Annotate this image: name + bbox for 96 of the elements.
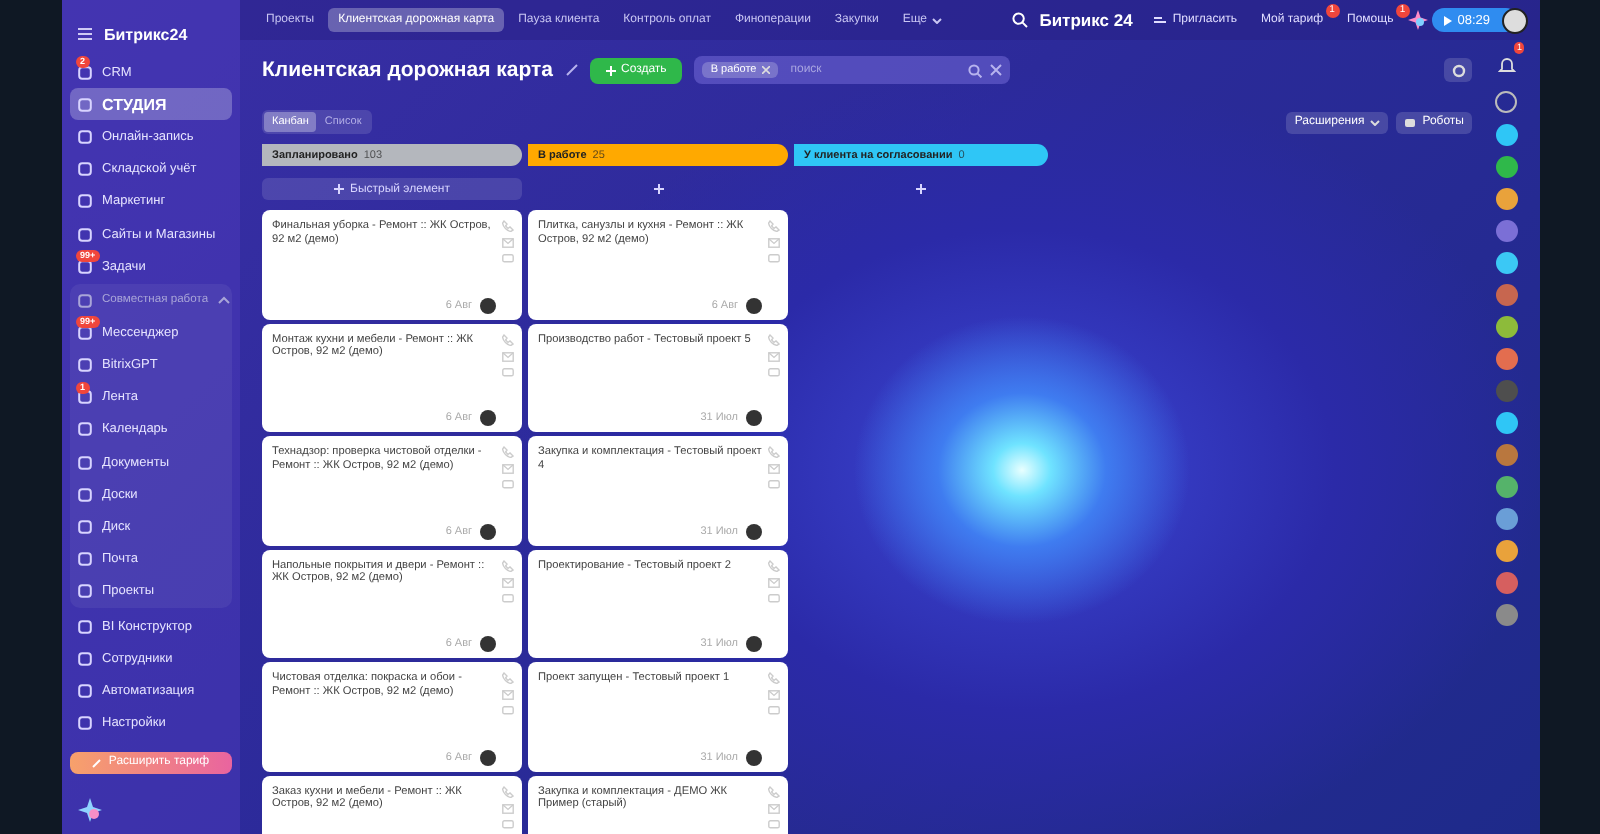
mail-icon[interactable]	[502, 803, 514, 813]
square-icon	[78, 619, 92, 634]
phone-icon[interactable]	[768, 220, 780, 232]
close-icon[interactable]	[990, 64, 1003, 76]
menu-icon[interactable]	[78, 28, 92, 40]
mail-icon[interactable]	[768, 803, 780, 813]
mail-icon[interactable]	[768, 351, 780, 361]
square-icon	[78, 455, 92, 470]
square-icon	[78, 97, 92, 112]
mail-icon[interactable]	[768, 577, 780, 587]
square-icon	[78, 716, 92, 731]
contact-avatar[interactable]	[1495, 316, 1517, 338]
mail-icon[interactable]	[502, 238, 514, 248]
avatar-circle	[746, 636, 762, 652]
square-icon	[78, 552, 92, 567]
user-avatar[interactable]	[1502, 7, 1528, 33]
contact-avatar[interactable]	[1495, 348, 1517, 370]
phone-icon[interactable]	[502, 785, 514, 797]
square-icon	[78, 651, 92, 666]
settings-button[interactable]	[1444, 58, 1472, 82]
chevron-down-icon	[1370, 119, 1381, 125]
square-icon	[78, 194, 92, 209]
contact-avatar[interactable]	[1495, 604, 1517, 626]
phone-icon[interactable]	[502, 672, 514, 684]
item-label: СТУДИЯ	[102, 95, 167, 114]
chevron-up-icon	[218, 296, 231, 305]
sidebar-item[interactable]: СТУДИЯ	[70, 88, 232, 121]
avatar-circle	[480, 410, 496, 426]
plus-icon	[334, 184, 345, 194]
phone-icon[interactable]	[502, 559, 514, 571]
contact-avatar[interactable]	[1495, 476, 1517, 498]
phone-icon[interactable]	[768, 785, 780, 797]
square-icon	[78, 259, 92, 274]
avatar-circle	[746, 749, 762, 765]
plus-icon	[653, 184, 663, 194]
contact-avatar[interactable]	[1495, 444, 1517, 466]
phone-icon[interactable]	[768, 333, 780, 345]
contact-avatar[interactable]	[1495, 540, 1517, 562]
square-icon	[78, 487, 92, 502]
mail-icon[interactable]	[502, 577, 514, 587]
robot-icon	[1404, 117, 1417, 127]
contact-avatar[interactable]	[1495, 188, 1517, 210]
contact-avatar[interactable]	[1495, 252, 1517, 274]
mail-icon[interactable]	[768, 238, 780, 248]
close-icon[interactable]	[762, 66, 771, 74]
settings-icon	[1451, 63, 1465, 77]
square-icon	[78, 390, 92, 405]
brand-name: Битрикс 24	[1037, 10, 1135, 30]
sparkle-icon[interactable]	[78, 797, 102, 822]
mail-icon[interactable]	[502, 351, 514, 361]
contact-avatar[interactable]	[1495, 284, 1517, 306]
square-icon	[78, 584, 92, 599]
page-title: Клиентская дорожная карта	[262, 58, 553, 82]
contact-avatar[interactable]	[1495, 156, 1517, 178]
square-icon	[78, 520, 92, 535]
play-icon	[1443, 15, 1452, 25]
logo-text: Битрикс24	[104, 25, 188, 43]
square-icon	[78, 293, 92, 308]
avatar-circle	[480, 749, 496, 765]
phone-icon[interactable]	[502, 446, 514, 458]
phone-icon[interactable]	[768, 446, 780, 458]
square-icon	[78, 227, 92, 242]
plus-icon	[605, 65, 615, 75]
phone-icon[interactable]	[502, 220, 514, 232]
square-icon	[78, 422, 92, 437]
square-icon	[78, 325, 92, 340]
contact-avatar[interactable]	[1495, 412, 1517, 434]
bell-icon	[1497, 55, 1515, 73]
avatar-circle	[480, 523, 496, 539]
square-icon	[78, 683, 92, 698]
contact-avatar[interactable]	[1495, 124, 1517, 146]
contact-avatar[interactable]	[1495, 220, 1517, 242]
pencil-icon[interactable]	[565, 64, 577, 76]
mail-icon[interactable]	[502, 690, 514, 700]
mail-icon[interactable]	[768, 690, 780, 700]
mail-icon[interactable]	[768, 464, 780, 474]
contact-avatar[interactable]	[1495, 508, 1517, 530]
avatar-circle	[746, 410, 762, 426]
phone-icon[interactable]	[768, 559, 780, 571]
square-icon	[78, 358, 92, 373]
avatar-circle	[746, 523, 762, 539]
avatar-circle	[480, 636, 496, 652]
avatar-circle	[480, 297, 496, 313]
square-icon	[78, 65, 92, 80]
people-icon	[1154, 15, 1167, 25]
phone-icon[interactable]	[768, 672, 780, 684]
avatar-circle	[746, 297, 762, 313]
chevron-down-icon	[931, 17, 942, 23]
square-icon	[78, 162, 92, 177]
sparkle-icon[interactable]	[1407, 10, 1428, 30]
plus-icon	[916, 184, 926, 194]
phone-icon[interactable]	[502, 333, 514, 345]
mail-icon[interactable]	[502, 464, 514, 474]
contact-avatar[interactable]	[1495, 572, 1517, 594]
square-icon	[78, 129, 92, 144]
pencil-icon	[92, 757, 103, 768]
